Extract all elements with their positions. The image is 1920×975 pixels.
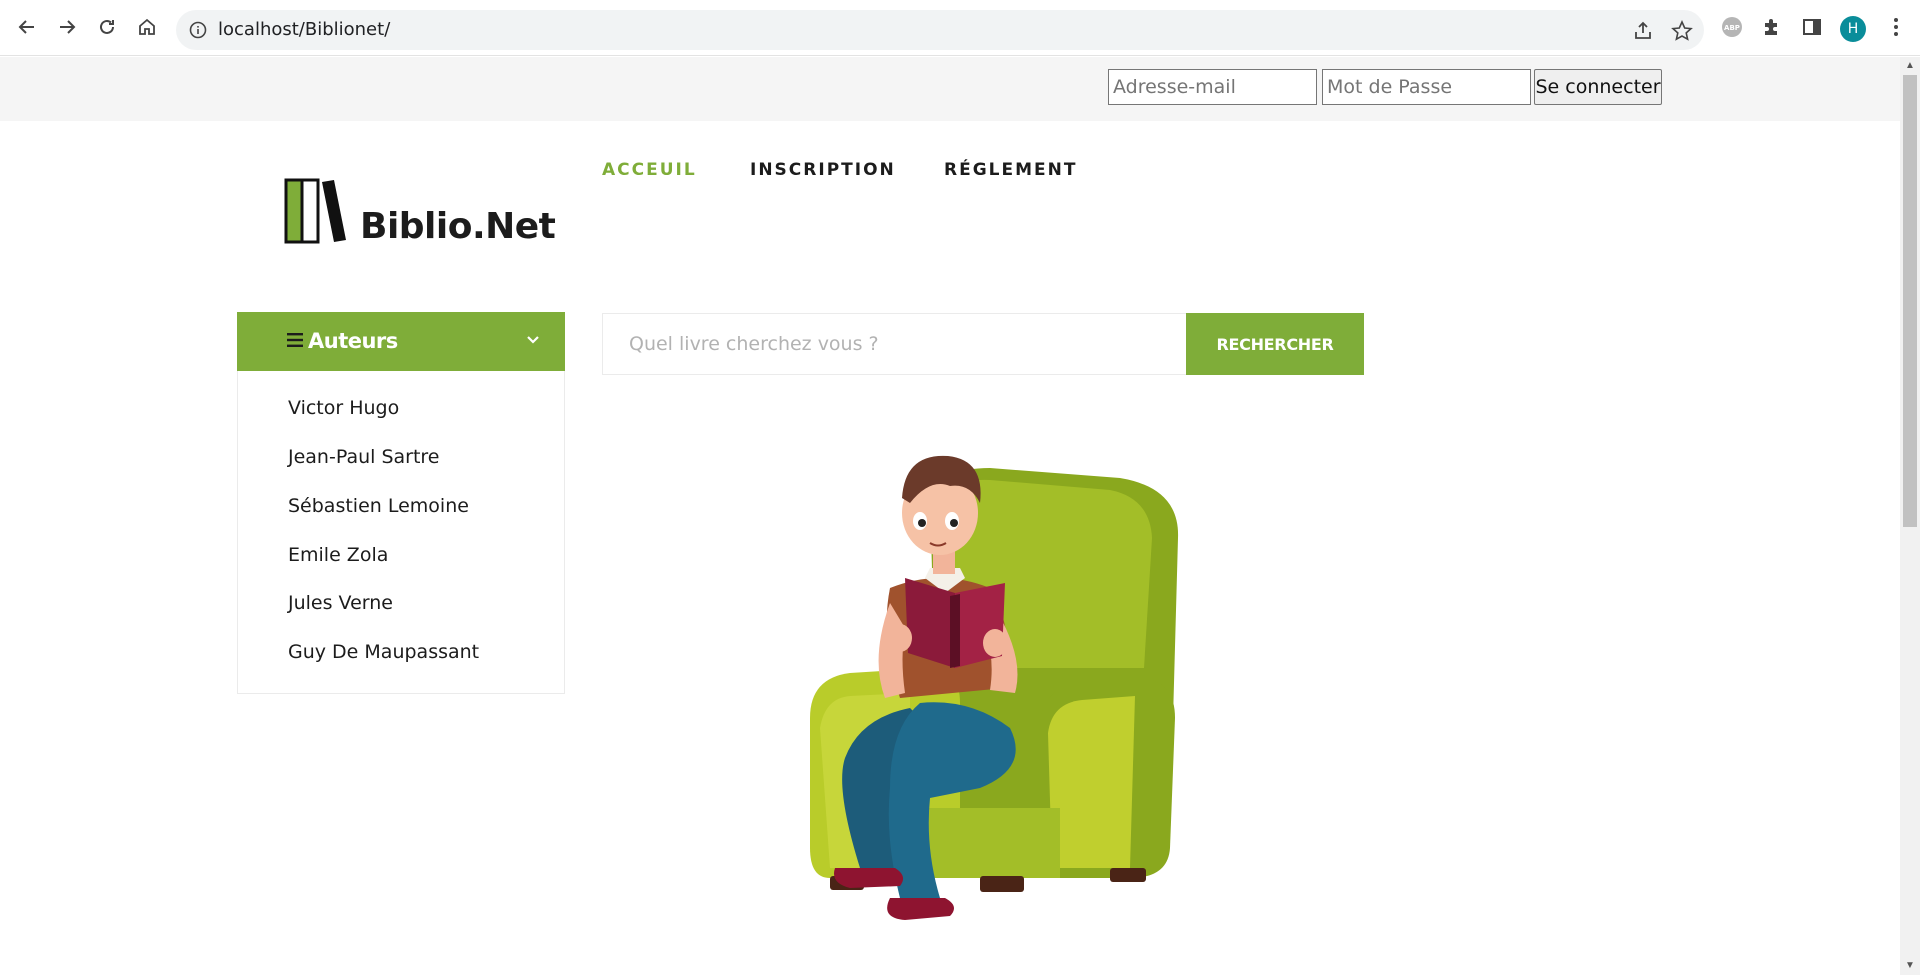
authors-title: Auteurs — [308, 329, 398, 353]
sidepanel-icon[interactable] — [1800, 15, 1824, 39]
reading-man-illustration — [810, 455, 1179, 920]
nav-item-inscription[interactable]: INSCRIPTION — [750, 160, 896, 180]
author-link[interactable]: Victor Hugo — [288, 397, 399, 419]
back-icon[interactable] — [14, 14, 40, 40]
nav-item-reglement[interactable]: RÉGLEMENT — [944, 160, 1077, 180]
forward-icon[interactable] — [54, 14, 80, 40]
author-link[interactable]: Jules Verne — [288, 592, 393, 614]
bookmark-star-icon[interactable] — [1671, 20, 1693, 42]
adblock-icon[interactable]: ABP — [1720, 15, 1744, 39]
authors-dropdown-header[interactable]: Auteurs — [237, 312, 565, 371]
author-link[interactable]: Guy De Maupassant — [288, 641, 479, 663]
scroll-up-icon[interactable]: ▲ — [1904, 61, 1916, 71]
puzzle-icon[interactable] — [1760, 15, 1784, 39]
profile-avatar[interactable]: H — [1840, 16, 1866, 42]
browser-toolbar: localhost/Biblionet/ ABP H — [0, 0, 1920, 56]
author-link[interactable]: Emile Zola — [288, 544, 388, 566]
nav-item-acceuil[interactable]: ACCEUIL — [602, 160, 697, 180]
share-icon[interactable] — [1632, 20, 1654, 42]
books-logo-icon[interactable] — [284, 178, 348, 244]
more-menu-icon[interactable] — [1884, 15, 1908, 39]
login-button[interactable]: Se connecter — [1534, 69, 1662, 105]
address-bar[interactable]: localhost/Biblionet/ — [176, 10, 1704, 50]
chevron-down-icon[interactable] — [526, 334, 540, 346]
email-field[interactable] — [1108, 69, 1317, 105]
url-text[interactable]: localhost/Biblionet/ — [218, 19, 390, 40]
brand-name[interactable]: Biblio.Net — [360, 206, 556, 247]
reload-icon[interactable] — [94, 14, 120, 40]
site-info-icon[interactable] — [188, 20, 208, 40]
scroll-thumb[interactable] — [1903, 75, 1917, 527]
authors-list: Victor Hugo Jean-Paul Sartre Sébastien L… — [237, 371, 565, 694]
home-icon[interactable] — [134, 14, 160, 40]
author-link[interactable]: Jean-Paul Sartre — [288, 446, 440, 468]
search-box — [602, 313, 1187, 375]
search-input[interactable] — [603, 314, 1186, 374]
password-field[interactable] — [1322, 69, 1531, 105]
scroll-down-icon[interactable]: ▼ — [1904, 961, 1916, 971]
hamburger-menu-icon — [287, 333, 303, 347]
search-button[interactable]: RECHERCHER — [1186, 313, 1364, 375]
svg-text:ABP: ABP — [1724, 24, 1740, 32]
author-link[interactable]: Sébastien Lemoine — [288, 495, 469, 517]
